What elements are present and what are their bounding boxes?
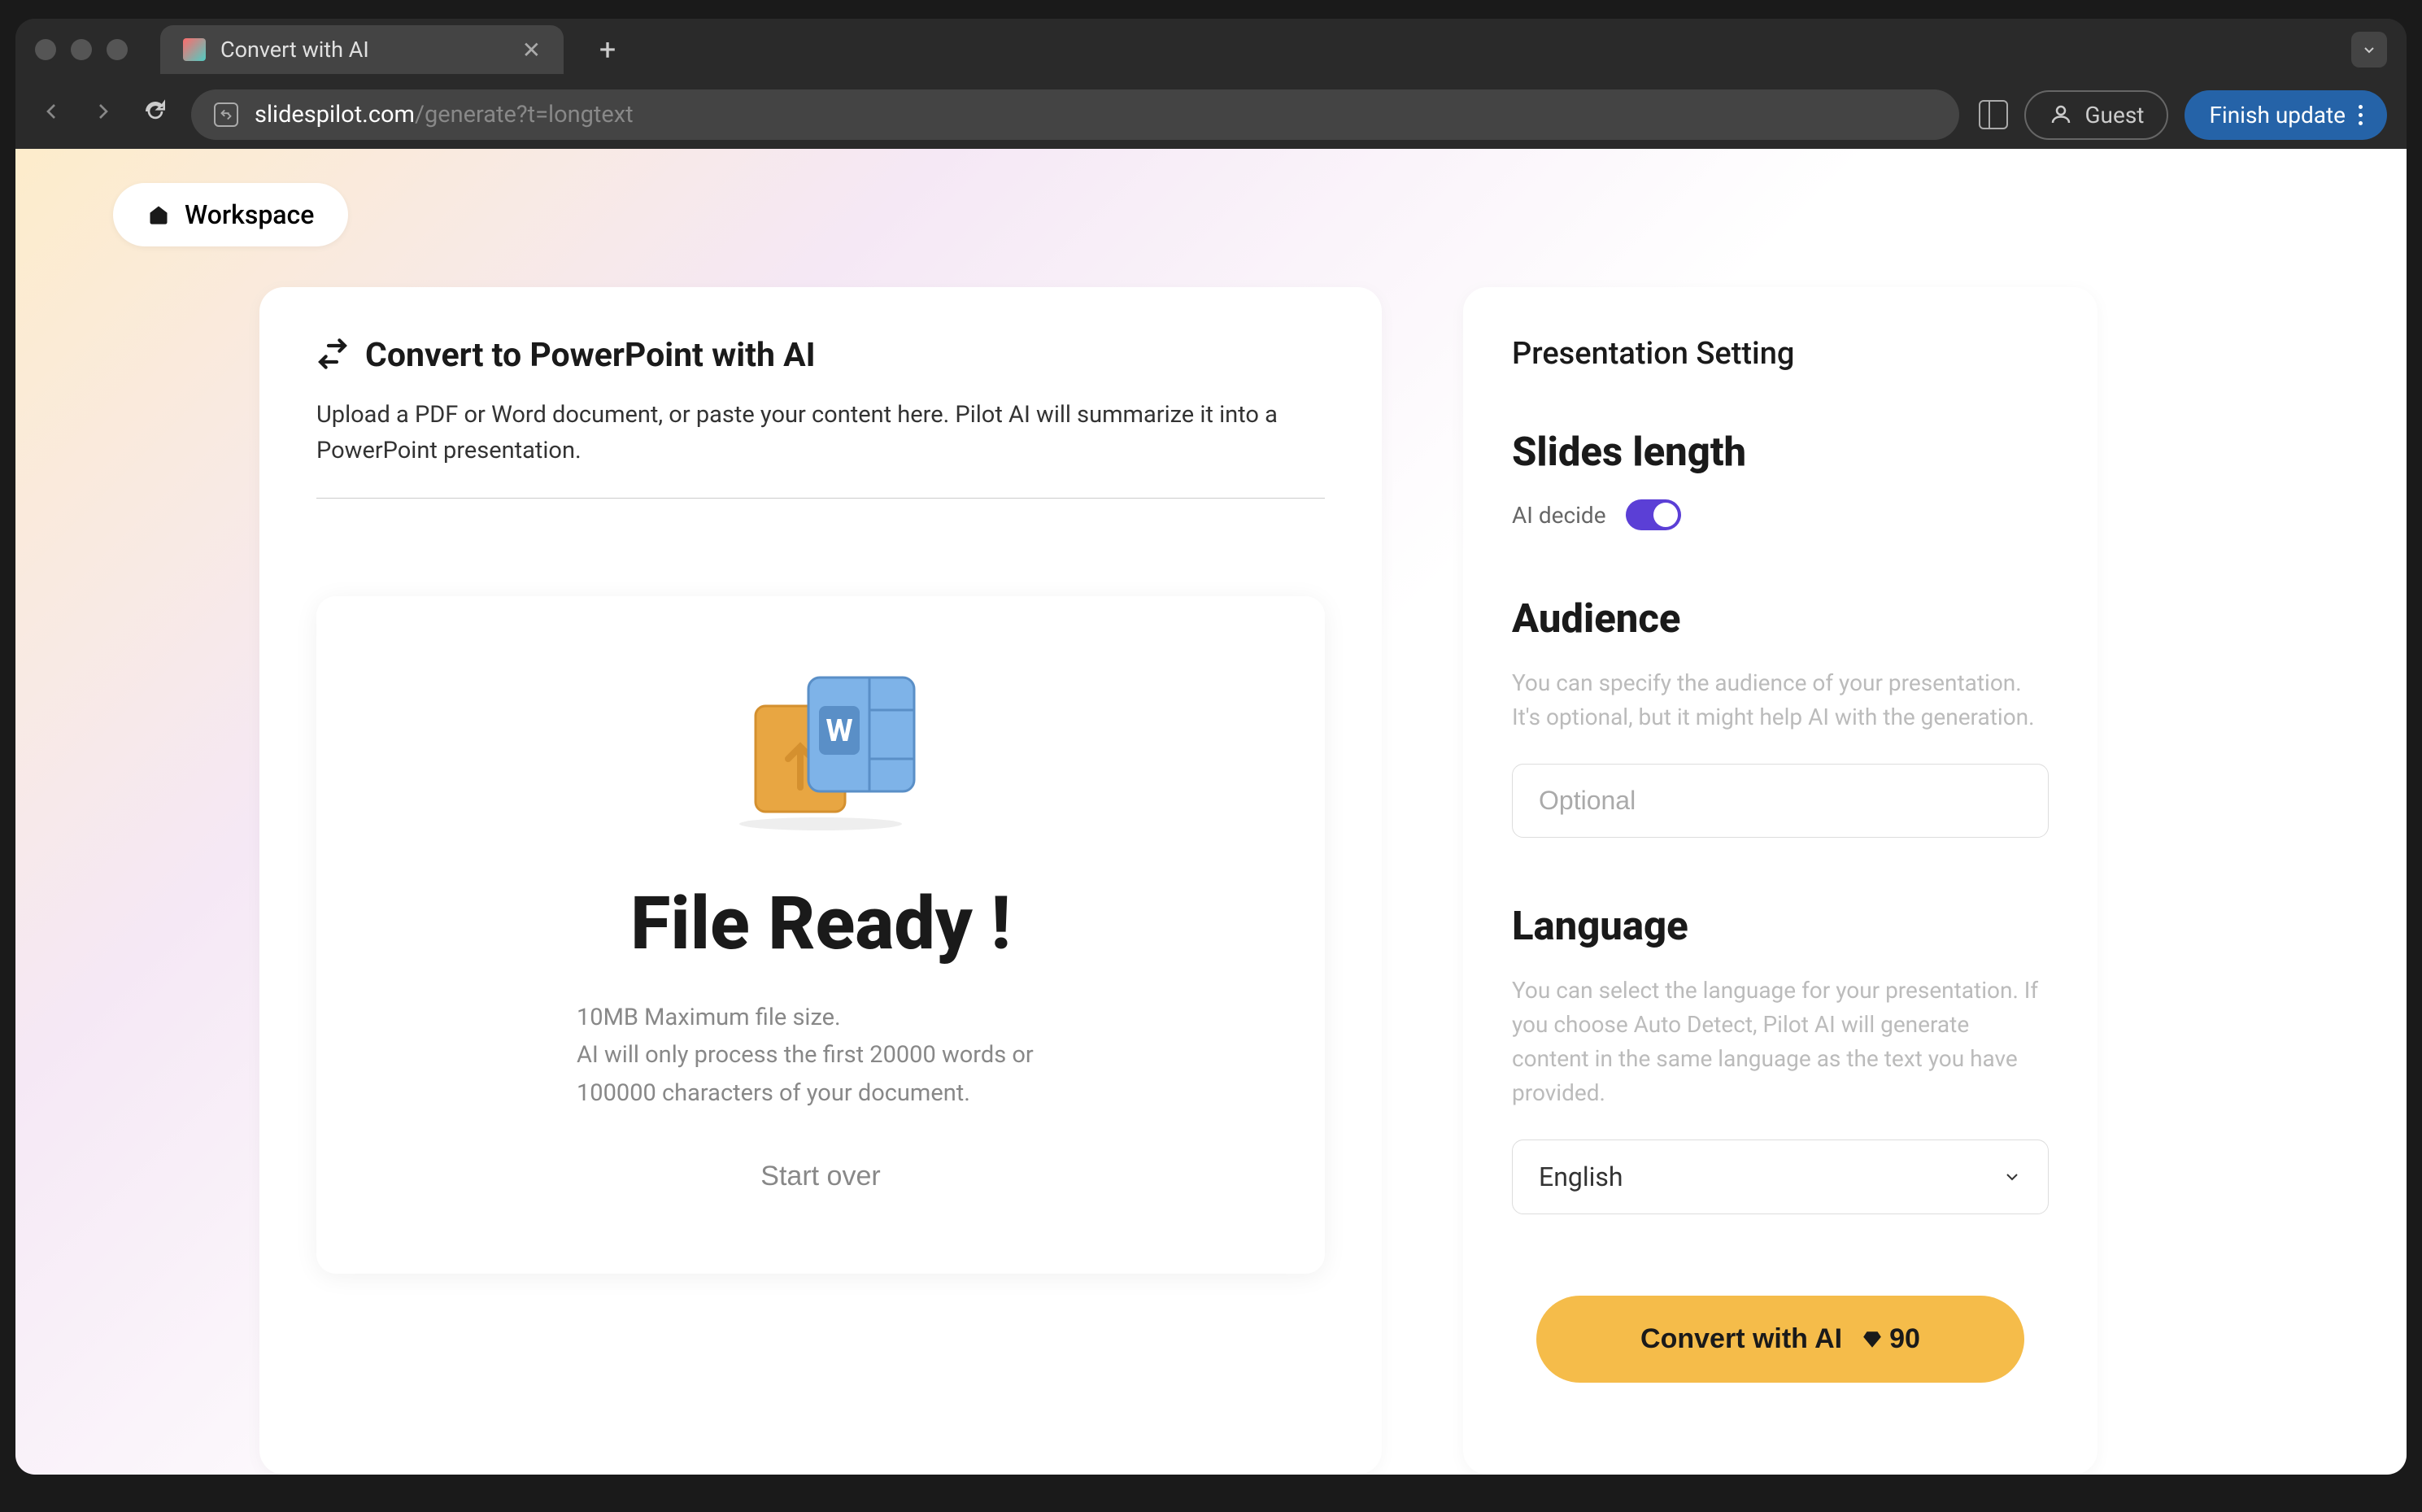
settings-panel: Presentation Setting Slides length AI de…: [1463, 287, 2097, 1475]
titlebar: Convert with AI ✕ +: [15, 19, 2407, 81]
minimize-window-button[interactable]: [71, 39, 92, 60]
finish-update-button[interactable]: Finish update: [2185, 90, 2387, 140]
convert-button-label: Convert with AI: [1640, 1323, 1842, 1355]
convert-panel: Convert to PowerPoint with AI Upload a P…: [259, 287, 1382, 1475]
file-icon: W: [398, 661, 1244, 840]
workspace-button[interactable]: Workspace: [113, 183, 348, 246]
ai-decide-label: AI decide: [1512, 502, 1606, 529]
file-note: 10MB Maximum file size. AI will only pro…: [577, 999, 1065, 1112]
site-info-icon[interactable]: [214, 102, 238, 127]
user-icon: [2049, 102, 2073, 127]
main-wrapper: Convert to PowerPoint with AI Upload a P…: [259, 287, 2163, 1475]
new-tab-button[interactable]: +: [591, 33, 624, 67]
ai-decide-row: AI decide: [1512, 499, 2049, 530]
reload-icon: [142, 98, 168, 124]
panel-header: Convert to PowerPoint with AI: [316, 336, 1325, 375]
audience-description: You can specify the audience of your pre…: [1512, 666, 2049, 734]
panel-title: Convert to PowerPoint with AI: [365, 336, 816, 375]
svg-text:W: W: [825, 713, 852, 749]
browser-tab[interactable]: Convert with AI ✕: [160, 25, 564, 74]
audience-title: Audience: [1512, 595, 2049, 642]
audience-input[interactable]: [1512, 764, 2049, 838]
diamond-icon: [1862, 1329, 1883, 1350]
language-select[interactable]: English: [1512, 1139, 2049, 1214]
language-description: You can select the language for your pre…: [1512, 974, 2049, 1110]
convert-icon: [316, 338, 349, 373]
arrow-left-icon: [38, 98, 64, 124]
address-bar[interactable]: slidespilot.com/generate?t=longtext: [191, 89, 1959, 140]
maximize-window-button[interactable]: [107, 39, 128, 60]
finish-update-label: Finish update: [2209, 102, 2346, 129]
traffic-lights: [35, 39, 128, 60]
convert-button[interactable]: Convert with AI 90: [1536, 1296, 2024, 1383]
tab-title: Convert with AI: [220, 37, 369, 63]
forward-button[interactable]: [87, 98, 120, 132]
workspace-label: Workspace: [185, 199, 314, 230]
language-value: English: [1539, 1161, 1623, 1192]
url-text: slidespilot.com/generate?t=longtext: [255, 101, 634, 129]
start-over-button[interactable]: Start over: [760, 1161, 880, 1192]
language-title: Language: [1512, 903, 2049, 949]
file-ready-title: File Ready !: [398, 881, 1244, 966]
profile-button[interactable]: Guest: [2024, 90, 2168, 140]
chevron-down-icon: [2361, 41, 2377, 58]
more-icon: [2359, 105, 2363, 125]
side-panel-icon[interactable]: [1979, 100, 2008, 129]
settings-title: Presentation Setting: [1512, 336, 2049, 372]
ai-decide-toggle[interactable]: [1626, 499, 1681, 530]
close-tab-icon[interactable]: ✕: [522, 37, 541, 63]
chevron-down-icon: [2002, 1167, 2022, 1187]
tabs-overflow-button[interactable]: [2351, 32, 2387, 68]
upload-card: W File Ready ! 10MB Maximum file size. A…: [316, 596, 1325, 1274]
toolbar-right: Guest Finish update: [1979, 90, 2387, 140]
guest-label: Guest: [2084, 102, 2144, 129]
favicon-icon: [183, 38, 206, 61]
back-button[interactable]: [35, 98, 68, 132]
arrow-right-icon: [90, 98, 116, 124]
home-icon: [147, 203, 170, 226]
reload-button[interactable]: [139, 98, 172, 132]
browser-toolbar: slidespilot.com/generate?t=longtext Gues…: [15, 81, 2407, 149]
browser-window: Convert with AI ✕ + slidespilot.com/gene: [15, 19, 2407, 1475]
slides-length-title: Slides length: [1512, 429, 2049, 475]
page-content: Workspace Convert to PowerPoint with AI …: [15, 149, 2407, 1475]
credits-badge: 90: [1862, 1323, 1920, 1355]
panel-description: Upload a PDF or Word document, or paste …: [316, 398, 1325, 499]
close-window-button[interactable]: [35, 39, 56, 60]
tab-strip: Convert with AI ✕ +: [160, 25, 624, 74]
